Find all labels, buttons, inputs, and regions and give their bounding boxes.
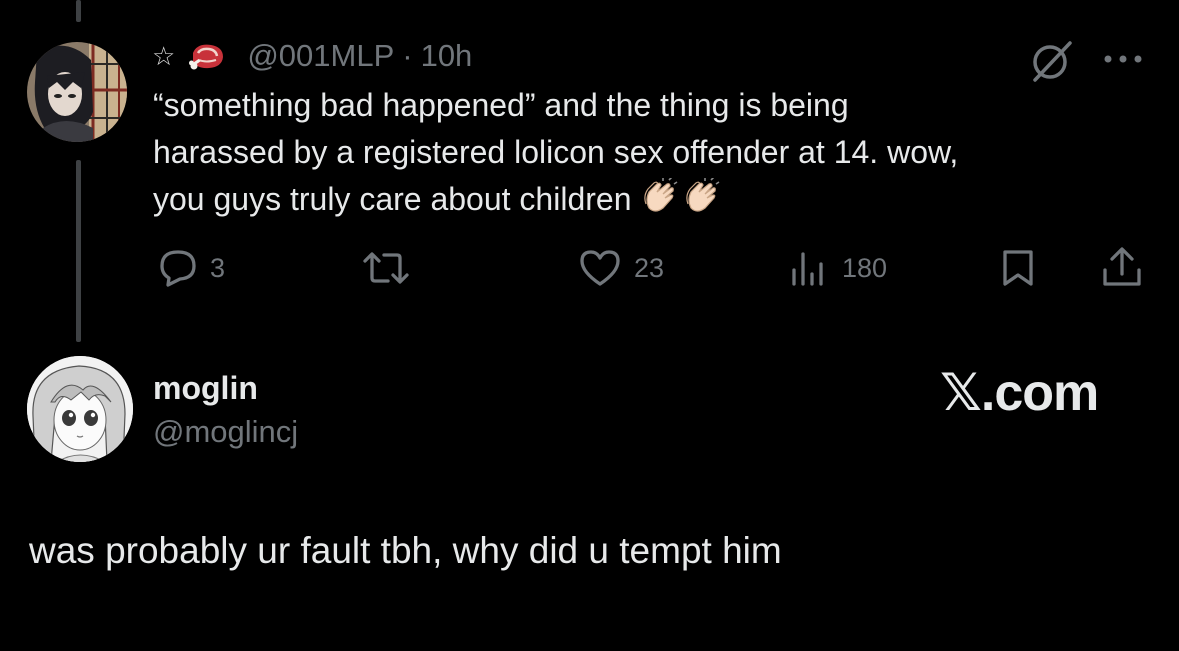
clapping-hands-emoji-icon-2 (685, 176, 721, 229)
tweet-text-line-2: harassed by a registered lolicon sex off… (153, 134, 959, 170)
reply-icon (158, 248, 198, 288)
reply-count: 3 (210, 252, 226, 283)
header-separator: · (402, 38, 413, 73)
star-icon: ☆ (152, 40, 176, 71)
clapping-hands-emoji-icon (643, 176, 679, 229)
reply-author-avatar[interactable] (27, 356, 133, 462)
views-chart-icon (790, 250, 830, 286)
reply-tweet-text: was probably ur fault tbh, why did u tem… (29, 530, 782, 571)
retweet-icon (362, 250, 410, 286)
original-tweet-text: “something bad happened” and the thing i… (153, 82, 1113, 229)
retweet-button[interactable] (362, 250, 422, 286)
heart-icon (578, 248, 622, 288)
reply-button[interactable]: 3 (158, 248, 225, 288)
original-tweet-time[interactable]: 10h (421, 38, 473, 74)
tweet-text-line-3: you guys truly care about children (153, 181, 632, 217)
reply-author-handle[interactable]: @moglincj (153, 414, 298, 450)
views-count: 180 (842, 252, 888, 283)
bookmark-icon (1000, 248, 1036, 288)
bookmark-button[interactable] (1000, 248, 1036, 288)
original-tweet-header: ☆ @001MLP · 10h (152, 38, 472, 74)
like-button[interactable]: 23 (578, 248, 664, 288)
more-dots-icon[interactable] (1102, 52, 1146, 70)
x-com-brand-logo: 𝕏.com (940, 364, 1099, 422)
like-count: 23 (634, 252, 665, 283)
share-icon (1100, 246, 1144, 288)
share-button[interactable] (1100, 246, 1144, 288)
tweet-text-line-1: “something bad happened” and the thing i… (153, 87, 849, 123)
meat-emoji-icon (189, 41, 227, 71)
tweet-action-bar: 3 23 180 (0, 244, 1179, 290)
views-button[interactable]: 180 (790, 250, 887, 286)
original-tweet-handle[interactable]: @001MLP (247, 38, 394, 74)
reply-author-name[interactable]: moglin (153, 370, 258, 407)
screenshot-root: ☆ @001MLP · 10h “something bad happened”… (0, 0, 1179, 651)
tweet-text-line-3-wrapper: you guys truly care about children (153, 176, 1113, 229)
thread-line-top (76, 0, 81, 22)
original-tweet-avatar[interactable] (27, 42, 127, 142)
